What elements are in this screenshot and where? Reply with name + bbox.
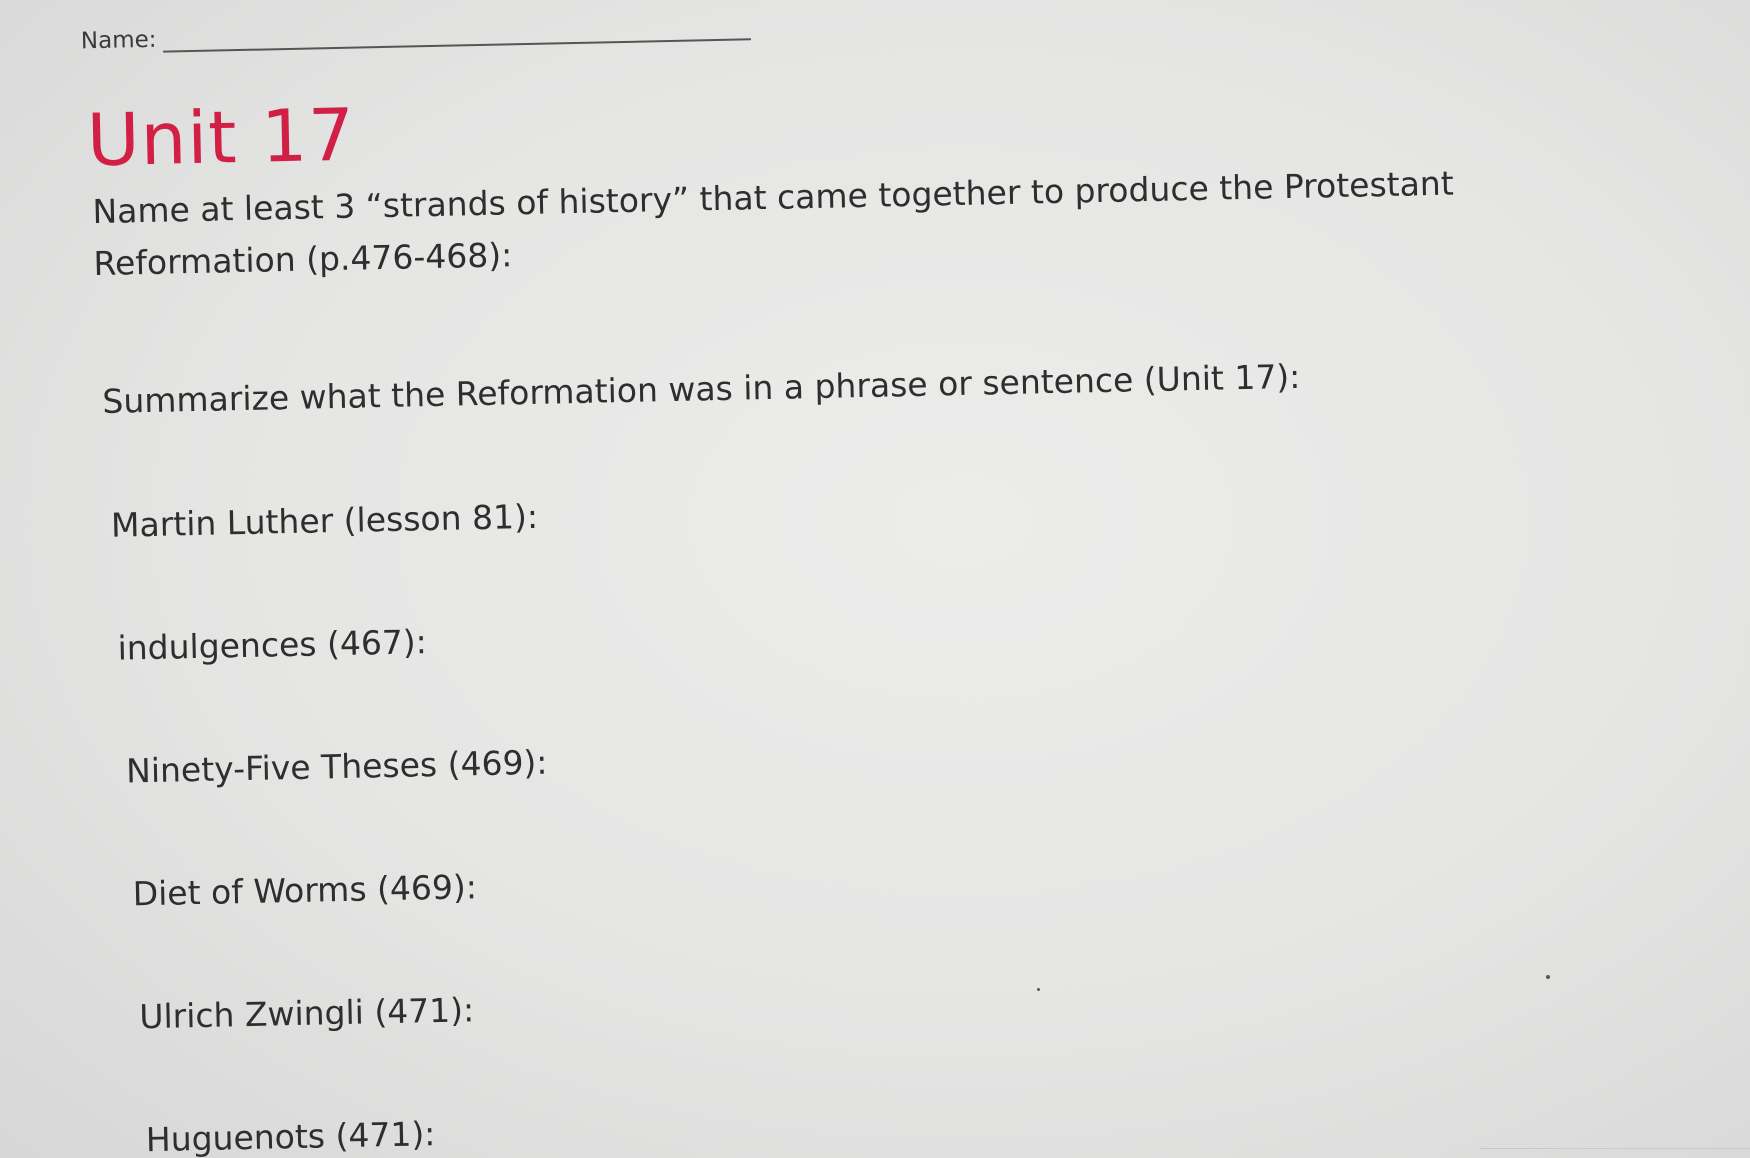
question-huguenots: Huguenots (471): xyxy=(145,1114,436,1158)
name-blank-line xyxy=(162,16,751,53)
question-summarize-reformation: Summarize what the Reformation was in a … xyxy=(102,356,1301,421)
question-ulrich-zwingli: Ulrich Zwingli (471): xyxy=(138,990,475,1037)
question-diet-of-worms: Diet of Worms (469): xyxy=(132,867,478,914)
question-martin-luther: Martin Luther (lesson 81): xyxy=(110,496,539,545)
question-ninety-five-theses: Ninety-Five Theses (469): xyxy=(125,742,548,791)
dust-speck xyxy=(1546,975,1550,979)
name-field-row: Name: xyxy=(81,14,751,54)
question-indulgences: indulgences (467): xyxy=(117,622,428,668)
dust-speck xyxy=(1037,988,1040,991)
name-label: Name: xyxy=(80,26,157,55)
screen-bottom-edge xyxy=(1480,1148,1750,1158)
worksheet-page: Name: Unit 17 Name at least 3 “strands o… xyxy=(0,0,1750,1158)
unit-title: Unit 17 xyxy=(86,92,356,183)
